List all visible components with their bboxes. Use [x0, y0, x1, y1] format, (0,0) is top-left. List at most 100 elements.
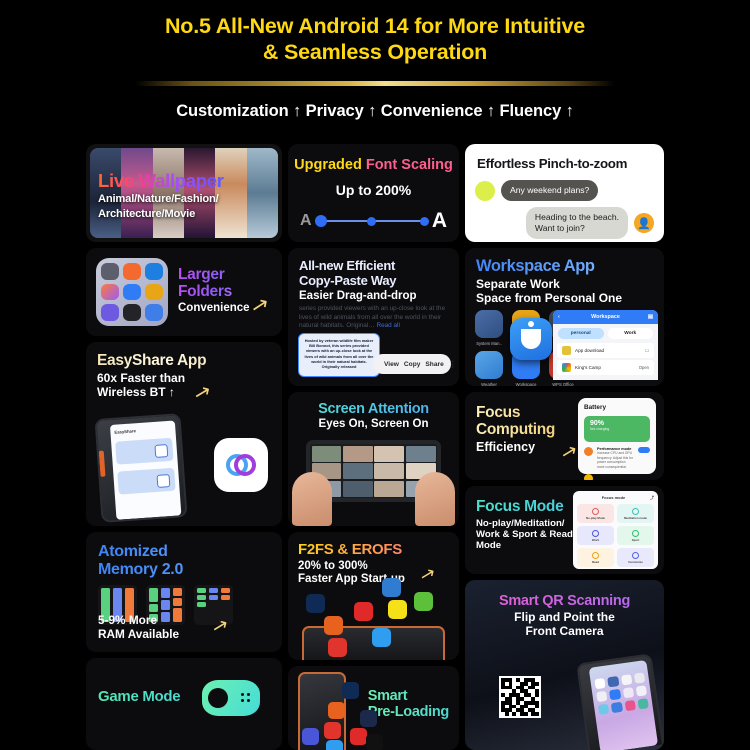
workspace-list-item[interactable]: App download ☐ [557, 343, 654, 358]
memory-block [149, 588, 158, 602]
copy-paste-title: All-new Efficient Copy-Paste Way [288, 248, 459, 288]
mode-label: Customize [628, 559, 643, 564]
card-atomized-memory[interactable]: Atomized Memory 2.0 5-9% More RAM Availa… [86, 532, 282, 652]
back-icon[interactable]: ‹ [558, 314, 560, 320]
app-tile[interactable]: Weather [475, 351, 503, 386]
easyshare-title: EasyShare App [86, 342, 282, 370]
copy-paste-subtitle: Easier Drag-and-drop [299, 290, 417, 302]
performance-toggle[interactable] [638, 447, 650, 453]
workspace-tabs[interactable]: personal Work [553, 324, 658, 343]
workspace-panel[interactable]: ‹ Workspace ▤ personal Work App download… [553, 310, 658, 380]
copy-paste-toolbar[interactable]: View Copy Share ⋮ [373, 354, 457, 374]
battery-panel[interactable]: Battery 90% Not charging Performance mod… [578, 398, 656, 480]
view-button[interactable]: View [384, 361, 399, 368]
memory-column [209, 588, 218, 600]
mode-label: Sport [631, 537, 640, 542]
card-larger-folders[interactable]: Larger Folders Convenience ↗ [86, 248, 282, 336]
workspace-app-icon[interactable] [510, 318, 552, 360]
card-font-scaling[interactable]: Upgraded Font Scaling Up to 200% A A [288, 144, 459, 242]
app-folder-preview [96, 258, 168, 326]
gamepad-icon [202, 680, 260, 716]
screen-attention-subtitle: Eyes On, Screen On [318, 418, 429, 430]
person-glyph [521, 321, 541, 349]
mode-tile-sport[interactable]: Sport [617, 526, 654, 545]
card-game-mode[interactable]: Game Mode [86, 658, 282, 750]
memory-block [221, 588, 230, 593]
read-all-link[interactable]: Read all [376, 322, 399, 329]
font-size-slider[interactable]: A A [300, 209, 447, 232]
avatar [634, 213, 654, 233]
article-line-3: natural habitats. Original… Read all [299, 322, 448, 331]
battery-saver-row[interactable]: Battery Saver [584, 474, 650, 480]
etsy-icon [328, 702, 345, 719]
folder-app-icon [123, 304, 141, 321]
card-smart-qr-scanning[interactable]: Smart QR Scanning Flip and Point the Fro… [465, 580, 664, 750]
article-line-2: lives of wild animals from all over the … [299, 313, 442, 321]
transfer-card [115, 437, 174, 465]
mode-tile-read[interactable]: Read [577, 548, 614, 567]
card-screen-attention[interactable]: Screen Attention Eyes On, Screen On [288, 392, 459, 526]
mode-tile-work[interactable]: Work [577, 526, 614, 545]
larger-folders-title-2: Folders [178, 283, 250, 300]
app-icon [622, 687, 634, 699]
workspace-panel-header: ‹ Workspace ▤ [553, 310, 658, 324]
workspace-list-item[interactable]: King's Camp Open [557, 360, 654, 375]
workspace-subtitle: Separate Work Space from Personal One [465, 276, 664, 305]
battery-level-bar: 90% Not charging [584, 416, 650, 442]
copy-button[interactable]: Copy [404, 361, 420, 368]
slider-tick[interactable] [420, 216, 430, 226]
airlines-icon [350, 728, 367, 745]
mode-tile-no-play[interactable]: No-play Mode [577, 504, 614, 523]
app-label: System Man.. [476, 341, 502, 346]
qr-title: Smart QR Scanning [465, 580, 664, 609]
dragged-text-clip[interactable]: Hosted by veteran wildlife film maker Bi… [298, 333, 380, 377]
card-live-wallpaper[interactable]: Live Wallpaper Animal/Nature/Fashion/ Ar… [86, 144, 282, 242]
focus-mode-panel[interactable]: Focus mode ⤴ No-play Mode Meditation mod… [573, 491, 658, 569]
memory-column [197, 588, 206, 607]
hand-right [415, 472, 455, 526]
card-focus-mode[interactable]: Focus Mode No-play/Meditation/ Work & Sp… [465, 486, 664, 574]
card-copy-paste[interactable]: All-new Efficient Copy-Paste Way Easier … [288, 248, 459, 386]
workspace-title: Workspace App [465, 248, 664, 276]
slider-thumb[interactable] [314, 215, 327, 227]
share-button[interactable]: Share [425, 361, 443, 368]
copy-paste-title-2: Copy-Paste Way [299, 273, 397, 288]
copy-paste-title-1: All-new Efficient [299, 258, 396, 273]
header: No.5 All-New Android 14 for More Intuiti… [0, 0, 750, 121]
item-more-icon[interactable]: ☐ [645, 348, 649, 353]
card-easyshare-app[interactable]: EasyShare App 60x Faster than Wireless B… [86, 342, 282, 526]
font-scaling-title-a: Upgraded [294, 157, 366, 173]
qr-code [499, 676, 541, 718]
app-label: Workspace [515, 382, 537, 386]
performance-mode-row[interactable]: Performance mode Increase CPU and GPU fr… [584, 447, 650, 469]
focus-mode-tiles[interactable]: No-play Mode Meditation mode Work Sport … [577, 504, 654, 567]
up-arrow-icon: ↗ [249, 292, 272, 319]
preloading-title-1: Smart [367, 688, 408, 704]
app-icon [635, 685, 648, 697]
slider-track[interactable] [314, 215, 430, 227]
card-f2fs-erofs[interactable]: F2FS & EROFS 20% to 300% Faster App Star… [288, 532, 459, 660]
slider-tick[interactable] [367, 216, 377, 226]
app-icon [328, 638, 347, 657]
card-workspace-app[interactable]: Workspace App Separate Work Space from P… [465, 248, 664, 386]
easyshare-app-icon [214, 438, 268, 492]
open-button[interactable]: Open [639, 365, 649, 370]
video-tile [405, 445, 436, 462]
memory-block [197, 602, 206, 607]
disney-icon [342, 682, 359, 699]
card-smart-preloading[interactable]: Smart Pre-Loading [288, 666, 459, 750]
card-pinch-to-zoom[interactable]: Effortless Pinch-to-zoom Any weekend pla… [465, 144, 664, 242]
card-focus-computing[interactable]: Focus Computing Efficiency ↗ Battery 90%… [465, 392, 664, 480]
more-options-icon[interactable]: ⋮ [449, 360, 457, 368]
background-article-text: series provided viewers with an up-close… [288, 302, 459, 331]
font-scaling-title-b: Font Scaling [365, 157, 453, 173]
mode-tile-meditation[interactable]: Meditation mode [617, 504, 654, 523]
expand-icon[interactable]: ⤴ [650, 495, 654, 501]
app-tile[interactable]: System Man.. [475, 310, 503, 346]
memory-block [197, 595, 206, 600]
tab-work[interactable]: Work [607, 328, 653, 339]
mode-tile-customize[interactable]: Customize [617, 548, 654, 567]
lock-icon[interactable]: ▤ [648, 314, 653, 320]
tab-personal[interactable]: personal [558, 328, 604, 339]
phone-screen: EasyShare [109, 420, 182, 520]
